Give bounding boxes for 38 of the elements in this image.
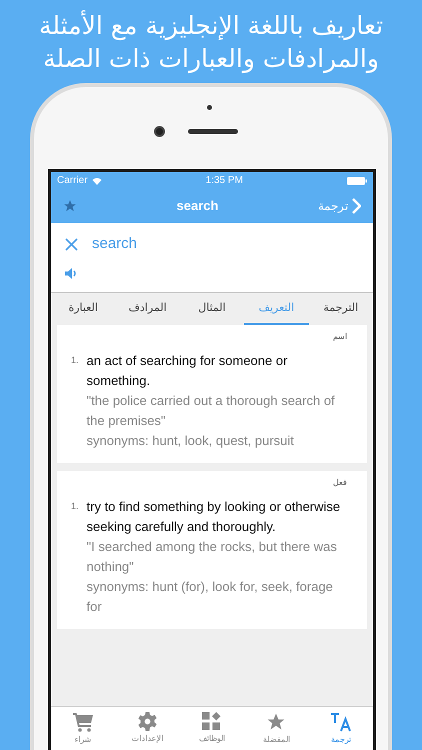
close-icon[interactable] [65,238,78,251]
synonyms-text: synonyms: hunt (for), look for, seek, forage for [86,578,334,616]
translate-icon [330,712,352,732]
settings-icon [138,712,158,731]
example-text: "I searched among the rocks, but there was nothing" [86,538,338,576]
example-text: "the police carried out a thorough search of the premises" [86,392,336,430]
synonyms-text: synonyms: hunt, look, quest, pursuit [86,432,295,450]
chevron-icon [352,198,361,214]
tab-bar-item[interactable]: الوظائف [180,707,244,750]
definition-text: an act of searching for someone or something. [86,352,288,390]
speaker-icon[interactable] [65,268,78,278]
definition-text: try to find something by looking or otherwise seeking carefully and thoroughly. [86,498,342,536]
tab-bar-item[interactable]: شراء [51,707,116,750]
battery-icon [347,176,367,184]
part-of-speech-label: اسم [333,331,347,343]
segment-tab[interactable]: الترجمة [308,293,373,325]
segment-tab[interactable]: المثال [180,293,244,325]
headline: تعاريف باللغة الإنجليزية مع الأمثلة والمرادفات والعبارات ذات الصلة [38,9,384,74]
cart-icon [73,712,94,732]
speaker-slot [188,129,238,134]
nav-title: search [176,197,218,216]
definition-number: 1. [71,500,79,513]
definition-number: 1. [71,354,79,367]
search-panel[interactable]: search [51,223,373,293]
segment-tab[interactable]: العبارة [51,293,116,325]
carrier-label: Carrier [57,174,88,188]
tab-bar-item[interactable]: ترجمة [308,707,373,750]
part-of-speech-label: فعل [333,477,347,489]
star-icon [266,712,286,732]
back-button[interactable]: ترجمة [318,197,361,215]
segment-tab[interactable]: المرادف [115,293,180,325]
wifi-icon [92,176,102,184]
tab-bar-item[interactable]: الإعدادات [115,707,180,750]
widgets-icon [202,712,222,731]
search-field[interactable]: search [92,233,359,256]
tab-bar-item[interactable]: المفضلة [244,707,309,750]
status-time: 1:35 PM [206,174,243,188]
star-icon[interactable] [63,199,77,213]
